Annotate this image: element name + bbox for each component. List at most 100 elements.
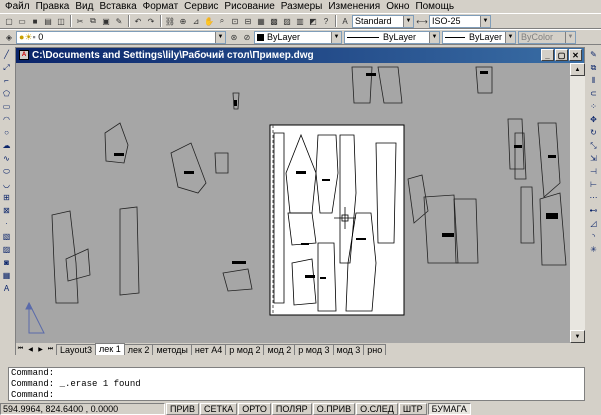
text-icon[interactable]: A bbox=[2, 283, 12, 294]
layer-select[interactable]: ● ☀ ▪ 0 ▼ bbox=[16, 30, 226, 44]
menu-item[interactable]: Размеры bbox=[278, 0, 326, 13]
stretch-icon[interactable]: ⇲ bbox=[589, 153, 599, 164]
tool-palette-icon[interactable]: ▨ bbox=[281, 15, 293, 27]
insert-block-icon[interactable]: ⊞ bbox=[2, 192, 12, 203]
menu-item[interactable]: Помощь bbox=[412, 0, 457, 13]
menu-item[interactable]: Формат bbox=[140, 0, 182, 13]
layout-tab[interactable]: мод 3 bbox=[332, 344, 365, 355]
revision-cloud-icon[interactable]: ☁ bbox=[2, 140, 12, 151]
last-tab-button[interactable]: ⏭ bbox=[46, 344, 55, 355]
properties-icon[interactable]: ▦ bbox=[255, 15, 267, 27]
calculator-icon[interactable]: ▥ bbox=[294, 15, 306, 27]
lineweight-select[interactable]: ByLayer ▼ bbox=[442, 30, 516, 44]
menu-item[interactable]: Изменения bbox=[325, 0, 383, 13]
next-tab-button[interactable]: ▶ bbox=[36, 344, 45, 355]
spline-icon[interactable]: ∿ bbox=[2, 153, 12, 164]
menu-item[interactable]: Сервис bbox=[181, 0, 221, 13]
status-toggle[interactable]: ОРТО bbox=[238, 402, 271, 415]
extend-icon[interactable]: ⊢ bbox=[589, 179, 599, 190]
command-window[interactable]: Command: Command: _.erase 1 found Command: bbox=[8, 367, 585, 401]
zoom-window-icon[interactable]: ⊡ bbox=[229, 15, 241, 27]
chamfer-icon[interactable]: ◿ bbox=[589, 218, 599, 229]
status-toggle[interactable]: О.СЛЕД bbox=[356, 402, 398, 415]
explode-icon[interactable]: ✳ bbox=[589, 244, 599, 255]
ellipse-icon[interactable]: ⬭ bbox=[2, 166, 12, 177]
table-icon[interactable]: ▦ bbox=[2, 270, 12, 281]
first-tab-button[interactable]: ⏮ bbox=[16, 344, 25, 355]
markup-icon[interactable]: ◩ bbox=[307, 15, 319, 27]
help-icon[interactable]: ? bbox=[320, 15, 332, 27]
polygon-icon[interactable]: ⬠ bbox=[2, 88, 12, 99]
layout-tab[interactable]: р мод 3 bbox=[294, 344, 334, 355]
mirror-icon[interactable]: ⫴ bbox=[589, 75, 599, 86]
zoom-icon[interactable]: ⌕ bbox=[216, 15, 228, 27]
new-icon[interactable]: ▢ bbox=[3, 15, 15, 27]
print-icon[interactable]: ▤ bbox=[42, 15, 54, 27]
cut-icon[interactable]: ✂ bbox=[74, 15, 86, 27]
linetype-select[interactable]: ByLayer ▼ bbox=[344, 30, 440, 44]
status-toggle[interactable]: БУМАГА bbox=[427, 402, 471, 415]
break-icon[interactable]: ⋯ bbox=[589, 192, 599, 203]
status-toggle[interactable]: ШТР bbox=[398, 402, 427, 415]
layout-tab[interactable]: нет А4 bbox=[190, 344, 227, 355]
dim-style-select[interactable]: ISO-25 ▼ bbox=[429, 14, 491, 28]
layout-tab[interactable]: лек 1 bbox=[95, 343, 125, 355]
link-icon[interactable]: ⛓ bbox=[164, 15, 176, 27]
status-toggle[interactable]: ПРИВ bbox=[166, 402, 199, 415]
point-icon[interactable]: · bbox=[2, 218, 12, 229]
status-toggle[interactable]: ПОЛЯР bbox=[271, 402, 312, 415]
color-select[interactable]: ByLayer ▼ bbox=[254, 30, 342, 44]
rectangle-icon[interactable]: ▭ bbox=[2, 101, 12, 112]
layer-previous-icon[interactable]: ⊘ bbox=[241, 31, 253, 43]
rotate-icon[interactable]: ↻ bbox=[589, 127, 599, 138]
drawing-canvas[interactable] bbox=[16, 63, 570, 343]
save-icon[interactable]: ■ bbox=[29, 15, 41, 27]
menu-item[interactable]: Вид bbox=[72, 0, 96, 13]
undo-icon[interactable]: ↶ bbox=[132, 15, 144, 27]
layout-tab[interactable]: Layout3 bbox=[56, 344, 97, 355]
polyline-icon[interactable]: ⌐ bbox=[2, 75, 12, 86]
close-button[interactable]: ✕ bbox=[569, 49, 582, 61]
prev-tab-button[interactable]: ◀ bbox=[26, 344, 35, 355]
zoom-previous-icon[interactable]: ⊟ bbox=[242, 15, 254, 27]
open-icon[interactable]: ▭ bbox=[16, 15, 28, 27]
join-icon[interactable]: ⊷ bbox=[589, 205, 599, 216]
ellipse-arc-icon[interactable]: ◡ bbox=[2, 179, 12, 190]
vertical-scrollbar[interactable]: ▲ ▼ bbox=[570, 63, 585, 343]
maximize-button[interactable]: ▢ bbox=[555, 49, 568, 61]
pan-icon[interactable]: ✋ bbox=[203, 15, 215, 27]
paste-icon[interactable]: ▣ bbox=[100, 15, 112, 27]
text-style-select[interactable]: Standard ▼ bbox=[352, 14, 414, 28]
copy-icon[interactable]: ⧉ bbox=[87, 15, 99, 27]
hatch-icon[interactable]: ▧ bbox=[2, 231, 12, 242]
menu-item[interactable]: Окно bbox=[383, 0, 412, 13]
menu-item[interactable]: Рисование bbox=[221, 0, 277, 13]
copy-object-icon[interactable]: ⧉ bbox=[589, 62, 599, 73]
preview-icon[interactable]: ◫ bbox=[55, 15, 67, 27]
line-icon[interactable]: ╱ bbox=[2, 49, 12, 60]
layout-tab[interactable]: рно bbox=[363, 344, 387, 355]
autocad-document-icon[interactable]: A bbox=[19, 50, 29, 60]
scroll-up-button[interactable]: ▲ bbox=[570, 63, 585, 76]
gradient-icon[interactable]: ▨ bbox=[2, 244, 12, 255]
menu-item[interactable]: Вставка bbox=[96, 0, 139, 13]
trim-icon[interactable]: ⊣ bbox=[589, 166, 599, 177]
layer-icon[interactable]: ◈ bbox=[3, 31, 15, 43]
scroll-down-button[interactable]: ▼ bbox=[570, 330, 585, 343]
fillet-icon[interactable]: ◝ bbox=[589, 231, 599, 242]
construction-line-icon[interactable]: ⤢ bbox=[2, 62, 12, 73]
circle-icon[interactable]: ○ bbox=[2, 127, 12, 138]
scale-icon[interactable]: ⤡ bbox=[589, 140, 599, 151]
array-icon[interactable]: ⁘ bbox=[589, 101, 599, 112]
layout-tab[interactable]: мод 2 bbox=[263, 344, 296, 355]
arc-icon[interactable]: ◠ bbox=[2, 114, 12, 125]
redo-icon[interactable]: ↷ bbox=[145, 15, 157, 27]
erase-icon[interactable]: ✎ bbox=[589, 49, 599, 60]
menu-item[interactable]: Файл bbox=[2, 0, 33, 13]
offset-icon[interactable]: ⊂ bbox=[589, 88, 599, 99]
layout-tab[interactable]: методы bbox=[152, 344, 192, 355]
layout-tab[interactable]: лек 2 bbox=[123, 344, 154, 355]
menu-item[interactable]: Правка bbox=[33, 0, 73, 13]
make-block-icon[interactable]: ⊠ bbox=[2, 205, 12, 216]
design-center-icon[interactable]: ▩ bbox=[268, 15, 280, 27]
